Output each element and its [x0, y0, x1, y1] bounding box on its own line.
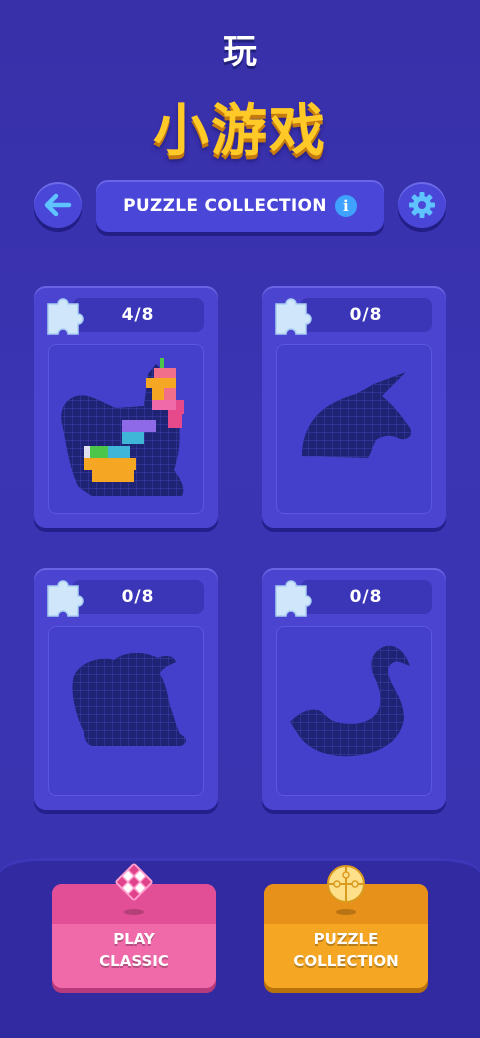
- puzzle-card-unicorn[interactable]: 0/8: [262, 286, 446, 528]
- puzzle-card-cat[interactable]: 4/8: [34, 286, 218, 528]
- play-label-line1: PLAY: [113, 930, 155, 948]
- header-title: PUZZLE COLLECTION: [123, 196, 327, 216]
- puzzle-card-swan[interactable]: 0/8: [262, 568, 446, 810]
- puzzle-piece-icon: [47, 580, 84, 617]
- puzzle-card-rabbit[interactable]: 0/8: [34, 568, 218, 810]
- puzzle-piece-icon: [275, 580, 312, 617]
- puzzle-progress: 0/8: [300, 298, 432, 332]
- title-small: 玩: [223, 32, 257, 72]
- puzzle-collection-button[interactable]: PUZZLE COLLECTION: [264, 865, 428, 988]
- gear-icon: [409, 192, 435, 218]
- puzzle-piece-icon: [275, 298, 312, 335]
- jigsaw-icon: [327, 865, 365, 915]
- puzzle-piece-icon: [47, 298, 84, 335]
- game-title: 小游戏: [153, 99, 327, 164]
- puzzle-preview: [276, 344, 432, 514]
- puzzle-progress: 0/8: [72, 580, 204, 614]
- puzzle-progress: 4/8: [72, 298, 204, 332]
- settings-button[interactable]: [398, 182, 446, 228]
- play-classic-button[interactable]: PLAY CLASSIC: [52, 863, 216, 988]
- puzzle-preview: [276, 626, 432, 796]
- play-classic-label: PLAY CLASSIC: [52, 928, 216, 972]
- collection-label-line2: COLLECTION: [293, 952, 399, 970]
- block-grid-icon: [115, 863, 153, 915]
- arrow-left-icon: [44, 193, 72, 217]
- back-button[interactable]: [34, 182, 82, 228]
- puzzle-preview: [48, 626, 204, 796]
- puzzle-progress: 0/8: [300, 580, 432, 614]
- info-icon[interactable]: i: [334, 195, 357, 217]
- puzzle-preview: [48, 344, 204, 514]
- header-title-bar: PUZZLE COLLECTION i: [96, 180, 384, 232]
- puzzle-collection-label: PUZZLE COLLECTION: [264, 928, 428, 972]
- play-label-line2: CLASSIC: [99, 952, 169, 970]
- collection-label-line1: PUZZLE: [313, 930, 379, 948]
